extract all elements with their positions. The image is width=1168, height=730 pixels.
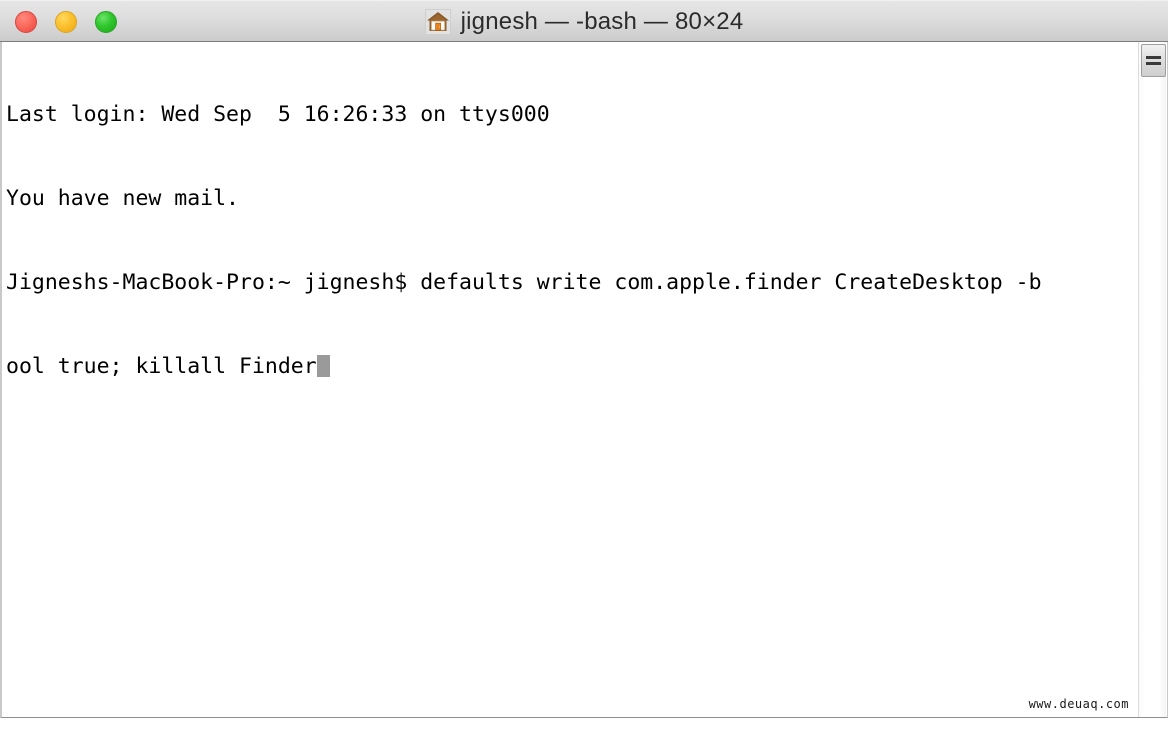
window-title: jignesh — -bash — 80×24 — [460, 7, 744, 35]
scrollbar-grip-line — [1146, 62, 1161, 65]
window-controls — [15, 11, 117, 33]
terminal-content-area[interactable]: Last login: Wed Sep 5 16:26:33 on ttys00… — [0, 42, 1168, 718]
zoom-button[interactable] — [95, 11, 117, 33]
window-title-block: jignesh — -bash — 80×24 — [0, 1, 1168, 42]
terminal-line: Last login: Wed Sep 5 16:26:33 on ttys00… — [6, 102, 550, 127]
text-cursor — [316, 355, 330, 377]
vertical-scrollbar[interactable] — [1138, 42, 1166, 717]
terminal-line-with-cursor: ool true; killall Finder — [6, 353, 1138, 381]
scrollbar-thumb[interactable] — [1141, 44, 1166, 77]
terminal-line: You have new mail. — [6, 186, 239, 211]
terminal-line: Jigneshs-MacBook-Pro:~ jignesh$ defaults… — [6, 270, 1042, 295]
close-button[interactable] — [15, 11, 37, 33]
minimize-button[interactable] — [55, 11, 77, 33]
home-icon — [424, 8, 451, 35]
terminal-window: jignesh — -bash — 80×24 Last login: Wed … — [0, 0, 1168, 730]
scrollbar-grip-line — [1146, 56, 1161, 59]
watermark: www.deuaq.com — [1028, 697, 1129, 711]
terminal-output: Last login: Wed Sep 5 16:26:33 on ttys00… — [6, 45, 1138, 437]
window-titlebar[interactable]: jignesh — -bash — 80×24 — [0, 0, 1168, 42]
terminal-line-text: ool true; killall Finder — [6, 354, 317, 379]
